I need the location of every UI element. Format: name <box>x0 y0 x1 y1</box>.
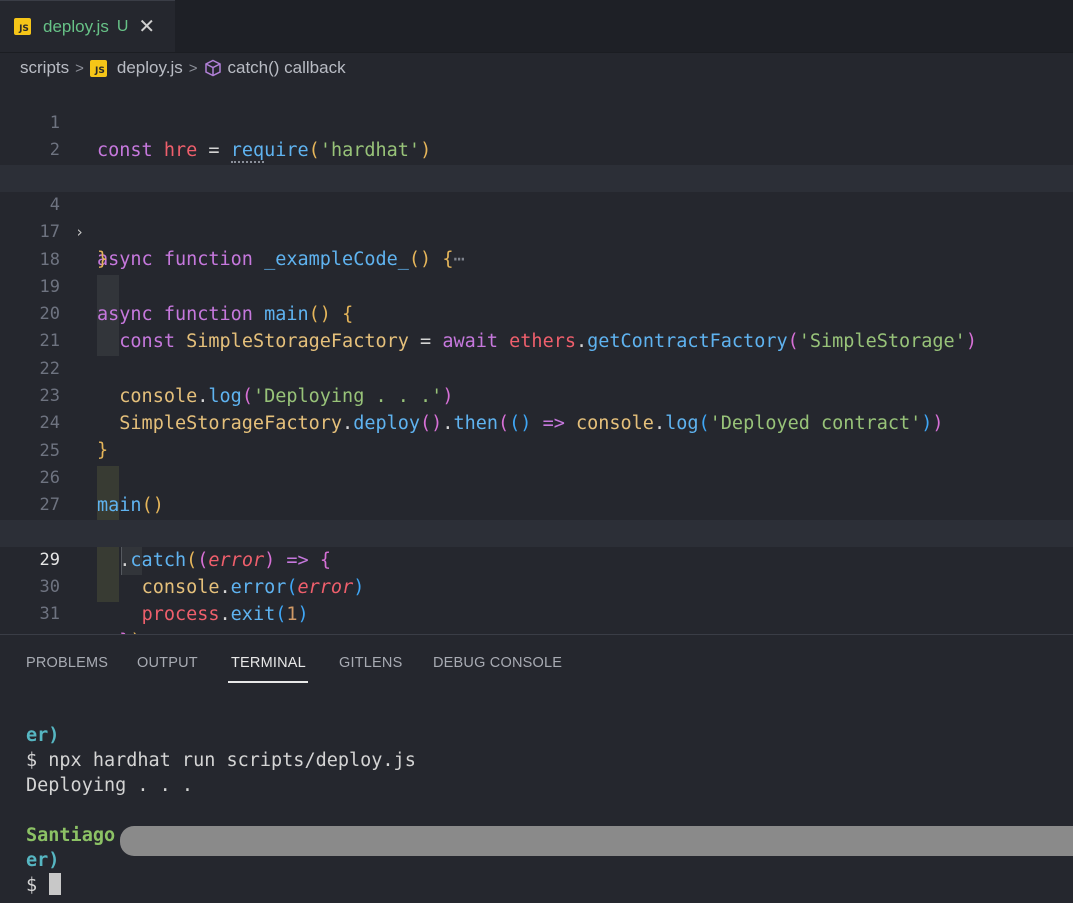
breadcrumb-file[interactable]: JS deploy.js <box>89 58 183 78</box>
terminal-line: $ npx hardhat run scripts/deploy.js <box>26 750 416 771</box>
code-line: 24 } <box>0 383 1073 461</box>
breadcrumb-symbol-label: catch() callback <box>227 58 346 77</box>
code-line: 21 <box>0 301 1073 351</box>
chevron-right-icon: > <box>75 59 84 77</box>
redacted-region <box>120 826 1073 856</box>
close-icon[interactable]: ✕ <box>138 17 155 37</box>
code-line: 18 <box>0 220 1073 270</box>
code-line: 1 const hre = require('hardhat') <box>0 83 1073 163</box>
tab-gitlens[interactable]: GITLENS <box>339 655 402 671</box>
breadcrumb-symbol[interactable]: catch() callback <box>204 58 346 78</box>
code-editor[interactable]: 1 const hre = require('hardhat') 2 const… <box>0 83 1073 652</box>
terminal-cursor <box>49 873 62 895</box>
code-line: 23 SimpleStorageFactory.deploy().then(()… <box>0 356 1073 434</box>
terminal-line: Deploying . . . <box>26 775 194 796</box>
active-tab-indicator <box>228 681 308 683</box>
code-line: 31 }) <box>0 574 1073 652</box>
code-line: 27 .then(() => process.exit(0)) <box>0 465 1073 543</box>
git-untracked-badge: U <box>116 17 129 35</box>
code-line: 28 .catch((error) => { <box>0 493 1073 571</box>
code-line: 32 <box>0 602 1073 652</box>
code-line: 20 const SimpleStorageFactory = await et… <box>0 274 1073 352</box>
code-line: 17 } <box>0 192 1073 270</box>
tab-terminal[interactable]: TERMINAL <box>231 655 306 671</box>
breadcrumb: scripts > JS deploy.js > catch() callbac… <box>0 53 1073 83</box>
code-line: 4 › async function _exampleCode_() {⋯ <box>0 164 1073 270</box>
code-line: 22 console.log('Deploying . . .') <box>0 329 1073 407</box>
javascript-file-icon: JS <box>14 18 31 35</box>
terminal-output[interactable]: er) $ npx hardhat run scripts/deploy.js … <box>26 723 416 898</box>
chevron-right-icon: > <box>188 59 198 77</box>
prompt-symbol: $ <box>26 875 38 896</box>
editor-tab-bar: JS deploy.js U ✕ <box>0 0 1073 53</box>
code-line: 30 process.exit(1) <box>0 547 1073 625</box>
code-line: 25 <box>0 411 1073 461</box>
code-line: 26 main() <box>0 438 1073 516</box>
code-line: 19 async function main() { <box>0 247 1073 325</box>
breadcrumb-scripts[interactable]: scripts <box>20 58 69 78</box>
tab-debug-console[interactable]: DEBUG CONSOLE <box>433 655 562 671</box>
code-line: 2 const { ethers } = require('hardhat') <box>0 110 1073 188</box>
breadcrumb-file-label: deploy.js <box>116 58 183 77</box>
tab-filename: deploy.js <box>43 16 109 36</box>
bottom-panel: PROBLEMS OUTPUT TERMINAL GITLENS DEBUG C… <box>0 634 1073 903</box>
terminal-prompt-line[interactable]: $ <box>26 873 416 898</box>
code-line-current: 29 console.error(error) <box>0 519 1073 598</box>
tab-problems[interactable]: PROBLEMS <box>26 655 108 671</box>
terminal-line: er) <box>26 725 60 746</box>
panel-tabs: PROBLEMS OUTPUT TERMINAL GITLENS DEBUG C… <box>0 635 1073 683</box>
code-line: 3 <box>0 138 1073 188</box>
javascript-file-icon: JS <box>89 59 107 77</box>
tab-deploy-js[interactable]: JS deploy.js U ✕ <box>0 0 175 52</box>
tab-output[interactable]: OUTPUT <box>137 655 198 671</box>
symbol-method-cube-icon <box>204 59 221 77</box>
